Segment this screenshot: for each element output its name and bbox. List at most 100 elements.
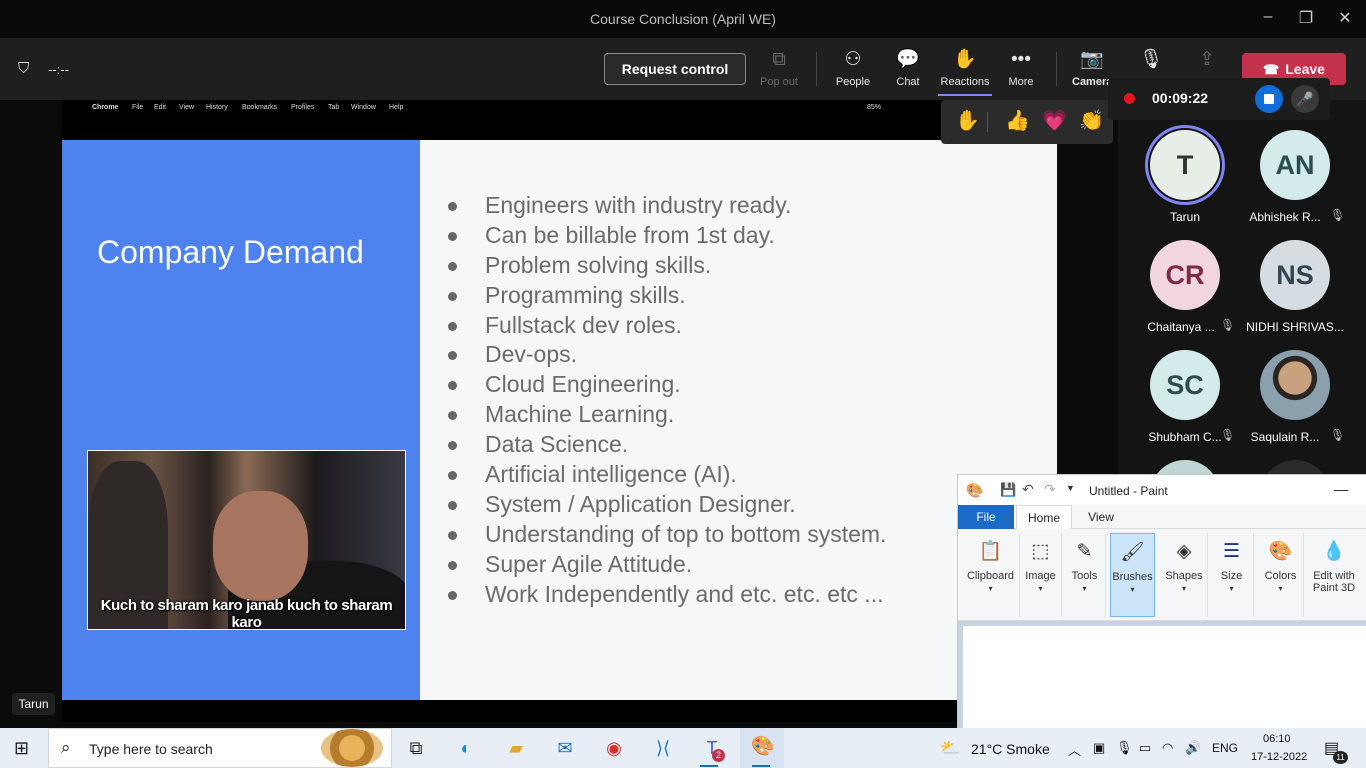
- meet-now-icon[interactable]: ▣: [1093, 740, 1105, 756]
- group-label: Image: [1025, 570, 1056, 582]
- mac-menu-item: Edit: [154, 104, 167, 111]
- bullet-item: Super Agile Attitude.: [444, 550, 886, 580]
- chat-button[interactable]: 💬 Chat: [890, 38, 926, 100]
- stop-recording-button[interactable]: [1255, 85, 1283, 113]
- taskbar-search[interactable]: ⌕ Type here to search: [48, 728, 392, 768]
- paint-canvas[interactable]: [963, 626, 1366, 729]
- task-view-icon[interactable]: ⧉: [402, 734, 430, 762]
- mail-icon[interactable]: ✉: [551, 734, 579, 762]
- chat-label: Chat: [896, 76, 920, 88]
- clipboard-group[interactable]: 📋 Clipboard ▾: [962, 533, 1020, 617]
- meme-caption: Kuch to sharam karo janab kuch to sharam…: [100, 597, 393, 630]
- save-icon[interactable]: 💾: [1000, 482, 1016, 498]
- brushes-group[interactable]: 🖌 Brushes ▾: [1110, 533, 1155, 617]
- avatar[interactable]: AN: [1260, 130, 1330, 200]
- bullet-item: Programming skills.: [444, 281, 886, 311]
- maximize-button[interactable]: ❐: [1297, 8, 1315, 28]
- clipboard-icon: 📋: [978, 541, 1003, 562]
- search-highlight-icon[interactable]: [321, 729, 383, 767]
- weather-icon[interactable]: ⛅: [940, 738, 960, 758]
- windows-start-icon[interactable]: ⊞: [14, 738, 29, 759]
- tab-view[interactable]: View: [1078, 505, 1124, 529]
- group-label: Tools: [1071, 570, 1098, 582]
- mic-icon[interactable]: 🎙: [1116, 740, 1133, 756]
- paint-taskbar-button[interactable]: 🎨: [740, 728, 784, 768]
- colors-icon: 🎨: [1268, 541, 1293, 562]
- chrome-icon[interactable]: ◉: [600, 734, 628, 762]
- divider: [987, 112, 988, 132]
- camera-button[interactable]: 📷 Camera: [1072, 38, 1112, 100]
- more-button[interactable]: ••• More: [1002, 38, 1040, 100]
- wifi-icon[interactable]: ◠: [1162, 740, 1173, 756]
- battery-percent: 85%: [867, 104, 882, 111]
- bullet-item: Problem solving skills.: [444, 251, 886, 281]
- tab-file[interactable]: File: [958, 505, 1014, 529]
- edge-icon[interactable]: ◐: [452, 734, 480, 762]
- share-icon: ⇪: [1199, 49, 1215, 70]
- clock-time[interactable]: 06:10: [1263, 733, 1291, 745]
- slide-title: Company Demand: [97, 234, 364, 270]
- image-group[interactable]: ⬚ Image ▾: [1020, 533, 1062, 617]
- phone-hangup-icon: ☎: [1263, 62, 1280, 77]
- language-indicator[interactable]: ENG: [1212, 741, 1238, 755]
- qat-dropdown-icon[interactable]: ▼: [1066, 483, 1075, 493]
- vscode-icon[interactable]: ⟩⟨: [649, 734, 677, 762]
- paint-ribbon: 📋 Clipboard ▾ ⬚ Image ▾ ✎ Tools ▾ 🖌 Brushes…: [958, 529, 1366, 621]
- tab-home[interactable]: Home: [1016, 505, 1072, 530]
- tools-group[interactable]: ✎ Tools ▾: [1064, 533, 1106, 617]
- mac-menu-item: File: [132, 104, 144, 111]
- leave-label: Leave: [1285, 61, 1325, 77]
- slide-bullet-list: Engineers with industry ready. Can be bi…: [444, 191, 886, 609]
- avatar[interactable]: T: [1150, 130, 1220, 200]
- people-label: People: [835, 76, 871, 88]
- bullet-item: System / Application Designer.: [444, 490, 886, 520]
- avatar[interactable]: SC: [1150, 350, 1220, 420]
- recording-mic-button[interactable]: 🎤: [1291, 85, 1319, 113]
- avatar-photo[interactable]: [1260, 350, 1330, 420]
- meeting-timer: --:--: [48, 62, 69, 77]
- clock-date[interactable]: 17-12-2022: [1251, 751, 1307, 763]
- paint-minimize-button[interactable]: —: [1334, 481, 1348, 497]
- reactions-button[interactable]: ✋ Reactions: [938, 38, 992, 96]
- applause-icon[interactable]: 👏: [1079, 108, 1104, 133]
- close-button[interactable]: ✕: [1336, 8, 1354, 28]
- paint-title: Untitled - Paint: [1089, 484, 1168, 498]
- reactions-popup: ✋ 👍 💗 👏: [941, 100, 1113, 144]
- meme-figure: [213, 491, 308, 601]
- avatar[interactable]: NS: [1260, 240, 1330, 310]
- raise-hand-icon[interactable]: ✋: [955, 108, 980, 133]
- heart-icon[interactable]: 💗: [1042, 108, 1067, 133]
- meme-image: Kuch to sharam karo janab kuch to sharam…: [87, 450, 406, 630]
- mac-menu-item: Window: [351, 104, 376, 111]
- battery-icon[interactable]: ▭: [1139, 740, 1151, 756]
- group-label: Colors: [1264, 570, 1297, 582]
- avatar[interactable]: CR: [1150, 240, 1220, 310]
- popout-button[interactable]: ⧉ Pop out: [756, 38, 802, 100]
- chat-icon: 💬: [896, 49, 920, 70]
- minimize-button[interactable]: –: [1259, 8, 1277, 28]
- mic-muted-icon: 🎙: [1220, 318, 1236, 332]
- popout-icon: ⧉: [772, 49, 786, 70]
- weather-text[interactable]: 21°C Smoke: [971, 741, 1050, 757]
- paint-canvas-area: [958, 621, 1366, 729]
- hand-icon: ✋: [953, 49, 977, 70]
- paint3d-group[interactable]: 💧 Edit with Paint 3D: [1308, 533, 1360, 617]
- redo-icon[interactable]: ↷: [1044, 481, 1056, 498]
- volume-icon[interactable]: 🔊: [1185, 740, 1201, 756]
- undo-icon[interactable]: ↶: [1022, 481, 1034, 498]
- request-control-button[interactable]: Request control: [604, 53, 746, 85]
- group-label: Edit with Paint 3D: [1312, 570, 1356, 594]
- more-icon: •••: [1011, 49, 1031, 70]
- slide-bottom-bar: [62, 700, 1057, 722]
- file-explorer-icon[interactable]: ▰: [502, 734, 530, 762]
- like-icon[interactable]: 👍: [1005, 108, 1030, 133]
- mac-menu-item: History: [206, 104, 228, 111]
- colors-group[interactable]: 🎨 Colors ▾: [1258, 533, 1304, 617]
- group-label: Shapes: [1165, 570, 1203, 582]
- shapes-group[interactable]: ◈ Shapes ▾: [1161, 533, 1208, 617]
- chevron-up-icon[interactable]: ︿: [1068, 740, 1081, 759]
- size-group[interactable]: ☰ Size ▾: [1210, 533, 1254, 617]
- group-label: Size: [1220, 570, 1243, 582]
- camera-off-icon: 📷: [1080, 49, 1104, 70]
- people-button[interactable]: ⚇ People: [832, 38, 874, 100]
